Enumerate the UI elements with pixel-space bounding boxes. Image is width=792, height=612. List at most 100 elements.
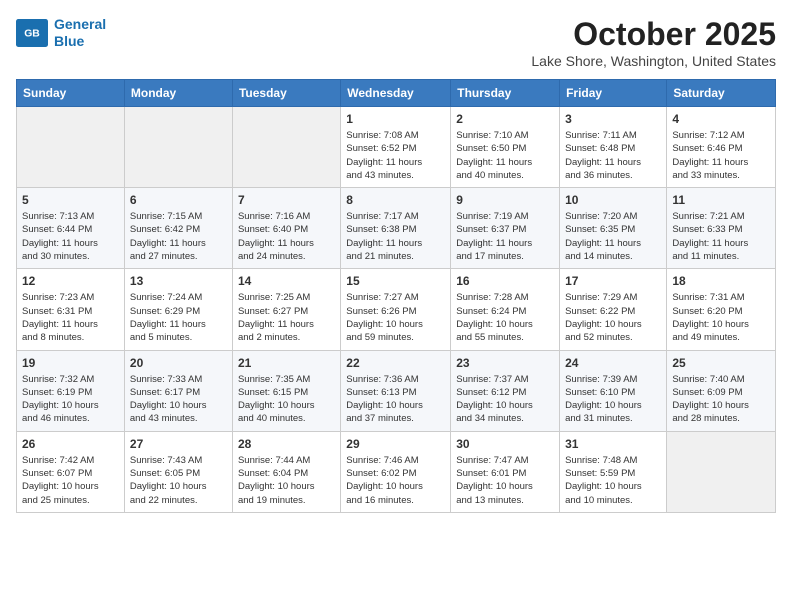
header-row: Sunday Monday Tuesday Wednesday Thursday… bbox=[17, 80, 776, 107]
day-info: Sunrise: 7:40 AM Sunset: 6:09 PM Dayligh… bbox=[672, 373, 770, 426]
day-info: Sunrise: 7:48 AM Sunset: 5:59 PM Dayligh… bbox=[565, 454, 661, 507]
day-number: 22 bbox=[346, 356, 445, 370]
day-info: Sunrise: 7:42 AM Sunset: 6:07 PM Dayligh… bbox=[22, 454, 119, 507]
day-number: 26 bbox=[22, 437, 119, 451]
day-info: Sunrise: 7:39 AM Sunset: 6:10 PM Dayligh… bbox=[565, 373, 661, 426]
day-number: 10 bbox=[565, 193, 661, 207]
logo-icon: GB bbox=[16, 19, 48, 47]
day-cell: 30Sunrise: 7:47 AM Sunset: 6:01 PM Dayli… bbox=[451, 431, 560, 512]
day-cell: 15 Sunrise: 7:27 AM Sunset: 6:26 PM Dayli… bbox=[341, 269, 451, 350]
day-number: 17 bbox=[565, 274, 661, 288]
col-friday: Friday bbox=[560, 80, 667, 107]
day-cell: 23Sunrise: 7:37 AM Sunset: 6:12 PM Dayli… bbox=[451, 350, 560, 431]
day-info: Sunrise: 7:13 AM Sunset: 6:44 PM Dayligh… bbox=[22, 210, 119, 263]
day-number: 12 bbox=[22, 274, 119, 288]
day-number: 24 bbox=[565, 356, 661, 370]
day-info: Sunrise: 7:28 AM Sunset: 6:24 PM Dayligh… bbox=[456, 291, 554, 344]
day-info: Sunrise: 7:15 AM Sunset: 6:42 PM Dayligh… bbox=[130, 210, 227, 263]
day-number: 15 bbox=[346, 274, 445, 288]
day-cell bbox=[124, 107, 232, 188]
page-header: GB General Blue October 2025 Lake Shore,… bbox=[16, 16, 776, 69]
day-cell: 16 Sunrise: 7:28 AM Sunset: 6:24 PM Dayli… bbox=[451, 269, 560, 350]
day-cell: 13Sunrise: 7:24 AM Sunset: 6:29 PM Dayli… bbox=[124, 269, 232, 350]
day-cell: 20Sunrise: 7:33 AM Sunset: 6:17 PM Dayli… bbox=[124, 350, 232, 431]
day-info: Sunrise: 7:31 AM Sunset: 6:20 PM Dayligh… bbox=[672, 291, 770, 344]
day-number: 9 bbox=[456, 193, 554, 207]
day-number: 19 bbox=[22, 356, 119, 370]
calendar-header: Sunday Monday Tuesday Wednesday Thursday… bbox=[17, 80, 776, 107]
day-info: Sunrise: 7:46 AM Sunset: 6:02 PM Dayligh… bbox=[346, 454, 445, 507]
day-cell: 18Sunrise: 7:31 AM Sunset: 6:20 PM Dayli… bbox=[667, 269, 776, 350]
week-row-3: 12 Sunrise: 7:23 AM Sunset: 6:31 PM Dayli… bbox=[17, 269, 776, 350]
day-info: Sunrise: 7:11 AM Sunset: 6:48 PM Dayligh… bbox=[565, 129, 661, 182]
day-info: Sunrise: 7:27 AM Sunset: 6:26 PM Dayligh… bbox=[346, 291, 445, 344]
day-number: 5 bbox=[22, 193, 119, 207]
day-info: Sunrise: 7:17 AM Sunset: 6:38 PM Dayligh… bbox=[346, 210, 445, 263]
day-number: 16 bbox=[456, 274, 554, 288]
day-number: 11 bbox=[672, 193, 770, 207]
day-cell: 10 Sunrise: 7:20 AM Sunset: 6:35 PM Dayli… bbox=[560, 188, 667, 269]
day-info: Sunrise: 7:08 AM Sunset: 6:52 PM Dayligh… bbox=[346, 129, 445, 182]
col-tuesday: Tuesday bbox=[232, 80, 340, 107]
week-row-2: 5 Sunrise: 7:13 AM Sunset: 6:44 PM Daylig… bbox=[17, 188, 776, 269]
day-info: Sunrise: 7:47 AM Sunset: 6:01 PM Dayligh… bbox=[456, 454, 554, 507]
col-monday: Monday bbox=[124, 80, 232, 107]
day-number: 8 bbox=[346, 193, 445, 207]
day-info: Sunrise: 7:23 AM Sunset: 6:31 PM Dayligh… bbox=[22, 291, 119, 344]
day-cell: 7 Sunrise: 7:16 AM Sunset: 6:40 PM Daylig… bbox=[232, 188, 340, 269]
day-cell: 24 Sunrise: 7:39 AM Sunset: 6:10 PM Dayli… bbox=[560, 350, 667, 431]
day-number: 31 bbox=[565, 437, 661, 451]
svg-text:GB: GB bbox=[24, 28, 40, 39]
day-cell: 27Sunrise: 7:43 AM Sunset: 6:05 PM Dayli… bbox=[124, 431, 232, 512]
week-row-5: 26 Sunrise: 7:42 AM Sunset: 6:07 PM Dayli… bbox=[17, 431, 776, 512]
day-cell bbox=[232, 107, 340, 188]
day-number: 21 bbox=[238, 356, 335, 370]
day-info: Sunrise: 7:16 AM Sunset: 6:40 PM Dayligh… bbox=[238, 210, 335, 263]
day-info: Sunrise: 7:35 AM Sunset: 6:15 PM Dayligh… bbox=[238, 373, 335, 426]
day-cell: 22 Sunrise: 7:36 AM Sunset: 6:13 PM Dayli… bbox=[341, 350, 451, 431]
col-thursday: Thursday bbox=[451, 80, 560, 107]
col-wednesday: Wednesday bbox=[341, 80, 451, 107]
day-number: 23 bbox=[456, 356, 554, 370]
logo: GB General Blue bbox=[16, 16, 106, 50]
day-cell: 9 Sunrise: 7:19 AM Sunset: 6:37 PM Daylig… bbox=[451, 188, 560, 269]
day-cell: 19 Sunrise: 7:32 AM Sunset: 6:19 PM Dayli… bbox=[17, 350, 125, 431]
day-number: 25 bbox=[672, 356, 770, 370]
day-cell: 12 Sunrise: 7:23 AM Sunset: 6:31 PM Dayli… bbox=[17, 269, 125, 350]
title-block: October 2025 Lake Shore, Washington, Uni… bbox=[531, 16, 776, 69]
week-row-1: 1 Sunrise: 7:08 AM Sunset: 6:52 PM Daylig… bbox=[17, 107, 776, 188]
day-cell: 2Sunrise: 7:10 AM Sunset: 6:50 PM Daylig… bbox=[451, 107, 560, 188]
day-info: Sunrise: 7:20 AM Sunset: 6:35 PM Dayligh… bbox=[565, 210, 661, 263]
day-number: 4 bbox=[672, 112, 770, 126]
day-info: Sunrise: 7:19 AM Sunset: 6:37 PM Dayligh… bbox=[456, 210, 554, 263]
col-saturday: Saturday bbox=[667, 80, 776, 107]
day-info: Sunrise: 7:32 AM Sunset: 6:19 PM Dayligh… bbox=[22, 373, 119, 426]
day-info: Sunrise: 7:12 AM Sunset: 6:46 PM Dayligh… bbox=[672, 129, 770, 182]
location: Lake Shore, Washington, United States bbox=[531, 53, 776, 69]
day-cell: 4 Sunrise: 7:12 AM Sunset: 6:46 PM Daylig… bbox=[667, 107, 776, 188]
week-row-4: 19 Sunrise: 7:32 AM Sunset: 6:19 PM Dayli… bbox=[17, 350, 776, 431]
day-cell bbox=[17, 107, 125, 188]
day-info: Sunrise: 7:36 AM Sunset: 6:13 PM Dayligh… bbox=[346, 373, 445, 426]
day-info: Sunrise: 7:43 AM Sunset: 6:05 PM Dayligh… bbox=[130, 454, 227, 507]
day-info: Sunrise: 7:33 AM Sunset: 6:17 PM Dayligh… bbox=[130, 373, 227, 426]
day-number: 2 bbox=[456, 112, 554, 126]
day-info: Sunrise: 7:44 AM Sunset: 6:04 PM Dayligh… bbox=[238, 454, 335, 507]
day-cell: 28 Sunrise: 7:44 AM Sunset: 6:04 PM Dayli… bbox=[232, 431, 340, 512]
day-number: 7 bbox=[238, 193, 335, 207]
day-number: 1 bbox=[346, 112, 445, 126]
day-info: Sunrise: 7:24 AM Sunset: 6:29 PM Dayligh… bbox=[130, 291, 227, 344]
day-cell: 6 Sunrise: 7:15 AM Sunset: 6:42 PM Daylig… bbox=[124, 188, 232, 269]
day-cell bbox=[667, 431, 776, 512]
day-cell: 26 Sunrise: 7:42 AM Sunset: 6:07 PM Dayli… bbox=[17, 431, 125, 512]
day-info: Sunrise: 7:29 AM Sunset: 6:22 PM Dayligh… bbox=[565, 291, 661, 344]
day-cell: 1 Sunrise: 7:08 AM Sunset: 6:52 PM Daylig… bbox=[341, 107, 451, 188]
day-info: Sunrise: 7:21 AM Sunset: 6:33 PM Dayligh… bbox=[672, 210, 770, 263]
calendar-body: 1 Sunrise: 7:08 AM Sunset: 6:52 PM Daylig… bbox=[17, 107, 776, 513]
day-number: 6 bbox=[130, 193, 227, 207]
day-cell: 5 Sunrise: 7:13 AM Sunset: 6:44 PM Daylig… bbox=[17, 188, 125, 269]
day-cell: 17 Sunrise: 7:29 AM Sunset: 6:22 PM Dayli… bbox=[560, 269, 667, 350]
day-number: 28 bbox=[238, 437, 335, 451]
day-cell: 8 Sunrise: 7:17 AM Sunset: 6:38 PM Daylig… bbox=[341, 188, 451, 269]
day-cell: 14Sunrise: 7:25 AM Sunset: 6:27 PM Dayli… bbox=[232, 269, 340, 350]
